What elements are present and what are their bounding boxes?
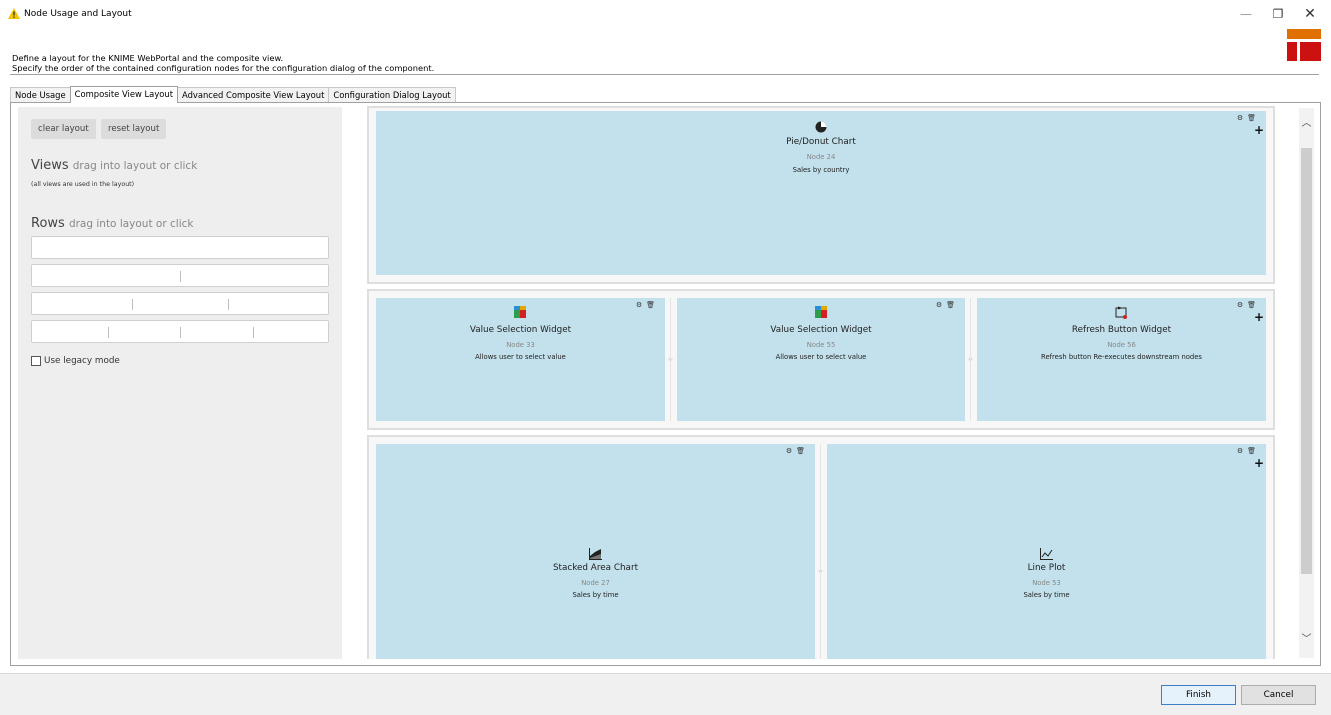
card-tools: ⚙🗑 — [786, 447, 809, 455]
card-description: Sales by country — [792, 166, 850, 174]
stacked-area-icon — [589, 548, 602, 560]
trash-icon[interactable]: 🗑 — [796, 447, 809, 455]
card-title: Value Selection Widget — [770, 325, 872, 335]
card-node-id: Node 55 — [806, 341, 836, 349]
card-title: Value Selection Widget — [469, 325, 572, 335]
dialog-footer — [0, 673, 1331, 715]
divider — [10, 74, 1319, 75]
gear-icon[interactable]: ⚙ — [636, 301, 646, 309]
scrollbar-thumb[interactable] — [1301, 148, 1312, 574]
tab-node-usage[interactable]: Node Usage — [10, 87, 71, 102]
views-hint: drag into layout or click — [72, 160, 198, 172]
clear-layout-button[interactable]: clear layout — [31, 119, 96, 139]
layout-sidebar — [18, 107, 342, 659]
card-description: Allows user to select value — [475, 353, 566, 361]
card-title: Stacked Area Chart — [552, 563, 639, 573]
card-description: Allows user to select value — [775, 353, 867, 361]
value-selection-icon — [514, 306, 526, 318]
rows-hint: drag into layout or click — [68, 218, 194, 230]
scroll-up-icon[interactable]: ︿ — [1299, 117, 1314, 131]
card-title: Pie/Donut Chart — [786, 137, 856, 147]
layout-card-line-plot[interactable]: ⚙🗑 + Line Plot Node 53 Sales by time — [827, 444, 1266, 659]
title-bar — [0, 0, 1331, 28]
trash-icon[interactable]: 🗑 — [1247, 447, 1260, 455]
add-column-icon[interactable]: + — [1254, 456, 1264, 470]
restore-button[interactable]: ❐ — [1260, 4, 1296, 24]
card-tools: ⚙🗑 — [636, 301, 659, 309]
card-node-id: Node 24 — [806, 153, 836, 161]
layout-card-refresh-button[interactable]: ⚙🗑 + Refresh Button Widget Node 56 Refre… — [977, 298, 1266, 421]
checkbox-box[interactable] — [31, 356, 41, 366]
rows-heading: Rows drag into layout or click — [31, 216, 193, 231]
tab-composite-view-layout[interactable]: Composite View Layout — [69, 86, 178, 103]
layout-card-value-selection-33[interactable]: ⚙🗑 Value Selection Widget Node 33 Allows… — [376, 298, 665, 421]
card-tools: ⚙🗑 — [1237, 447, 1260, 455]
gear-icon[interactable]: ⚙ — [1237, 114, 1247, 122]
card-description: Refresh button Re-executes downstream no… — [1041, 353, 1202, 361]
card-description: Sales by time — [572, 591, 619, 599]
gear-icon[interactable]: ⚙ — [936, 301, 946, 309]
card-node-id: Node 56 — [1107, 341, 1136, 349]
finish-button[interactable]: Finish — [1161, 685, 1236, 705]
gear-icon[interactable]: ⚙ — [1237, 301, 1247, 309]
card-tools: ⚙🗑 — [936, 301, 959, 309]
knime-logo-icon — [1287, 29, 1321, 61]
value-selection-icon — [815, 306, 827, 318]
card-tools: ⚙🗑 — [1237, 114, 1260, 122]
row-template-4-columns[interactable] — [31, 320, 329, 343]
trash-icon[interactable]: 🗑 — [646, 301, 659, 309]
row-template-1-column[interactable] — [31, 236, 329, 259]
add-column-icon[interactable]: + — [1254, 123, 1264, 137]
card-tools: ⚙🗑 — [1237, 301, 1260, 309]
row-template-2-columns[interactable] — [31, 264, 329, 287]
tab-advanced-composite-view-layout[interactable]: Advanced Composite View Layout — [177, 87, 330, 102]
card-title: Line Plot — [1027, 563, 1066, 573]
cancel-button[interactable]: Cancel — [1241, 685, 1316, 705]
refresh-icon — [1115, 306, 1127, 319]
column-resize-handle[interactable]: ‹› — [668, 298, 673, 421]
minimize-button[interactable]: — — [1228, 4, 1264, 24]
card-title: Refresh Button Widget — [1071, 325, 1172, 335]
gear-icon[interactable]: ⚙ — [1237, 447, 1247, 455]
views-note: (all views are used in the layout) — [31, 181, 135, 188]
views-title: Views — [31, 158, 69, 173]
tab-bar: Node Usage Composite View Layout Advance… — [10, 86, 456, 103]
pie-chart-icon — [815, 121, 827, 133]
card-node-id: Node 53 — [1032, 579, 1061, 587]
row-template-3-columns[interactable] — [31, 292, 329, 315]
card-node-id: Node 27 — [581, 579, 610, 587]
add-column-icon[interactable]: + — [1254, 310, 1264, 324]
layout-card-stacked-area[interactable]: ⚙🗑 Stacked Area Chart Node 27 Sales by t… — [376, 444, 815, 659]
close-button[interactable]: ✕ — [1292, 4, 1328, 24]
legacy-mode-label: Use legacy mode — [44, 356, 120, 366]
card-node-id: Node 33 — [506, 341, 535, 349]
card-description: Sales by time — [1023, 591, 1070, 599]
trash-icon[interactable]: 🗑 — [1247, 301, 1260, 309]
column-resize-handle[interactable]: ‹› — [968, 298, 973, 421]
line-plot-icon — [1040, 548, 1053, 560]
layout-card-value-selection-55[interactable]: ⚙🗑 Value Selection Widget Node 55 Allows… — [677, 298, 965, 421]
description-line-1: Define a layout for the KNIME WebPortal … — [12, 53, 284, 63]
trash-icon[interactable]: 🗑 — [1247, 114, 1260, 122]
scroll-down-icon[interactable]: ﹀ — [1299, 633, 1314, 647]
window-title: Node Usage and Layout — [24, 9, 132, 19]
layout-card-pie-chart[interactable]: ⚙🗑 + Pie/Donut Chart Node 24 Sales by co… — [376, 111, 1266, 275]
legacy-mode-checkbox[interactable]: Use legacy mode — [31, 356, 120, 366]
rows-title: Rows — [31, 216, 65, 231]
reset-layout-button[interactable]: reset layout — [101, 119, 167, 139]
tab-configuration-dialog-layout[interactable]: Configuration Dialog Layout — [328, 87, 456, 102]
description-line-2: Specify the order of the contained confi… — [12, 63, 435, 73]
trash-icon[interactable]: 🗑 — [946, 301, 959, 309]
views-heading: Views drag into layout or click — [31, 158, 197, 173]
warning-icon — [8, 8, 20, 19]
column-resize-handle[interactable]: ‹› — [818, 444, 823, 659]
gear-icon[interactable]: ⚙ — [786, 447, 796, 455]
